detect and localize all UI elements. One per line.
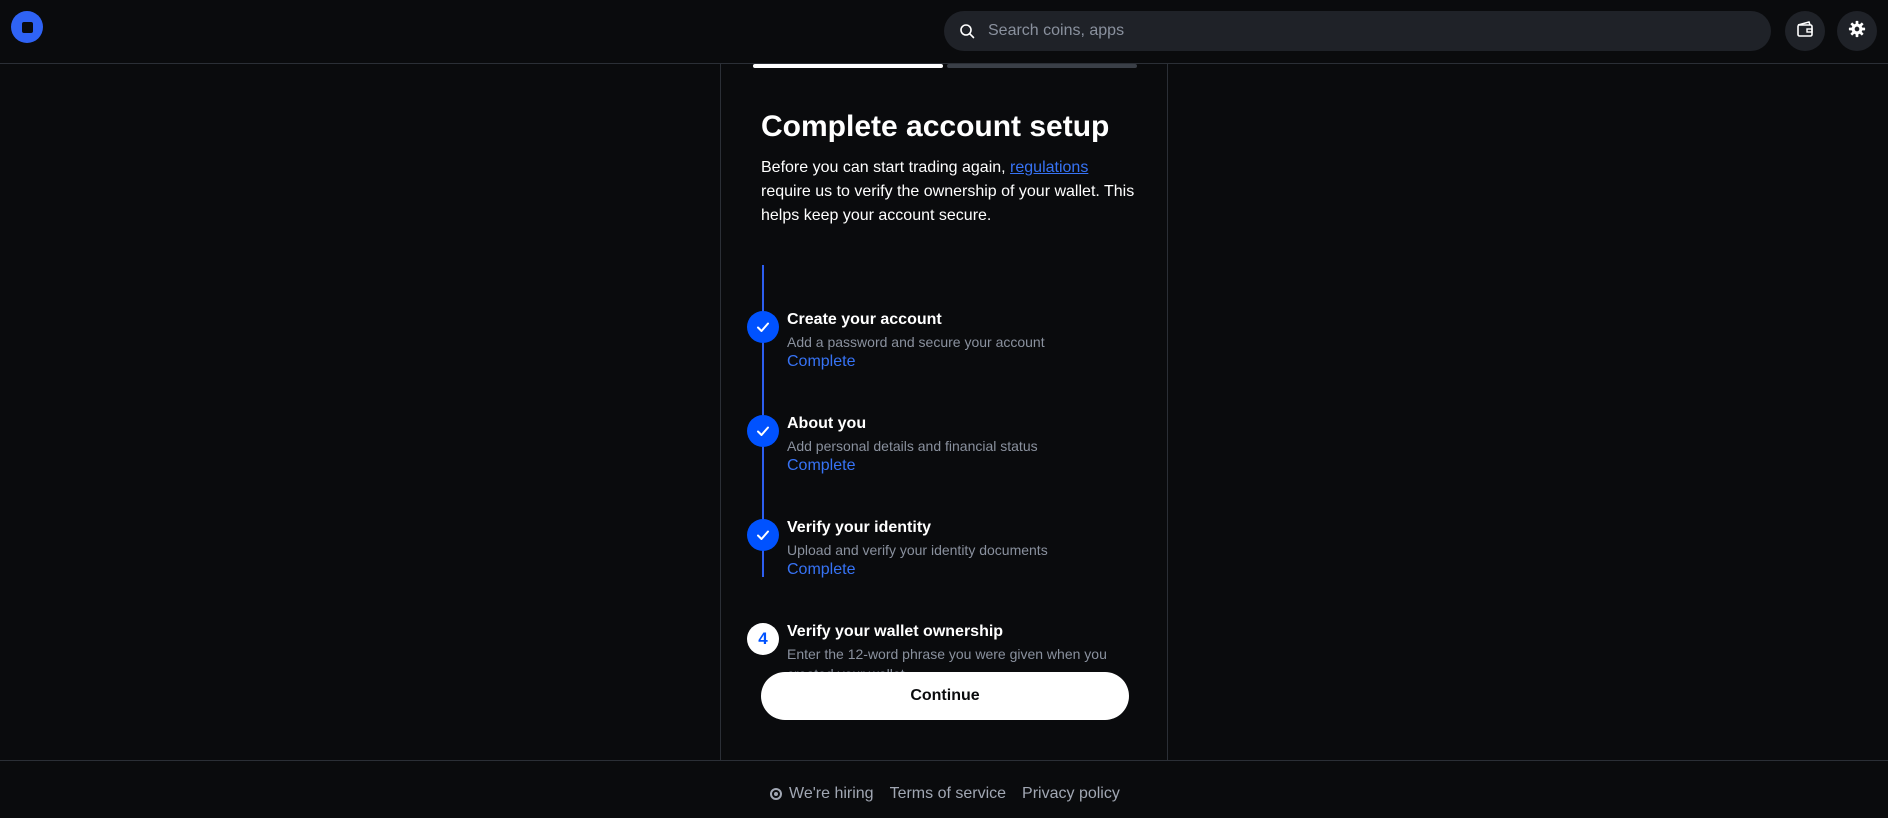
step-number-badge: 4 [747,623,779,655]
step-status: Complete [787,561,856,578]
settings-button[interactable] [1837,11,1877,51]
account-setup-card: Complete account setup Before you can st… [720,64,1168,761]
continue-button[interactable]: Continue [761,672,1129,720]
progress-segment-remaining [947,64,1137,68]
search-bar[interactable] [944,11,1771,51]
step-description: Add personal details and financial statu… [787,438,1038,454]
checkmark-icon [747,311,779,343]
search-icon [958,22,976,40]
top-header [0,0,1888,64]
page-footer: We're hiring Terms of service Privacy po… [0,760,1888,818]
step-description: Add a password and secure your account [787,334,1045,350]
page-title: Complete account setup [761,110,1110,143]
wallet-button[interactable] [1785,11,1825,51]
footer-links: We're hiring Terms of service Privacy po… [770,785,1136,803]
step-title: Create your account [787,311,942,328]
intro-text-after: require us to verify the ownership of yo… [761,183,1135,224]
radio-dot-icon [770,788,782,800]
terms-of-service-link[interactable]: Terms of service [890,785,1006,803]
privacy-policy-link[interactable]: Privacy policy [1022,785,1120,803]
progress-segment-current [753,64,943,68]
regulations-link[interactable]: regulations [1010,159,1088,176]
hiring-link[interactable]: We're hiring [770,785,874,803]
intro-text-before: Before you can start trading again, [761,159,1011,176]
checkmark-icon [747,415,779,447]
checkmark-icon [747,519,779,551]
step-title: Verify your identity [787,519,932,536]
step-title: About you [787,415,867,432]
search-input[interactable] [986,21,1746,41]
logo-mark [21,21,33,33]
hiring-label: We're hiring [789,785,874,802]
coinbase-logo-icon[interactable] [11,11,43,43]
intro-text: Before you can start trading again, regu… [761,156,1141,228]
step-title: Verify your wallet ownership [787,623,1004,640]
gear-icon [1848,20,1866,43]
wallet-icon [1795,19,1815,44]
step-status: Complete [787,353,856,370]
step-description: Upload and verify your identity document… [787,542,1048,558]
step-status: Complete [787,457,856,474]
